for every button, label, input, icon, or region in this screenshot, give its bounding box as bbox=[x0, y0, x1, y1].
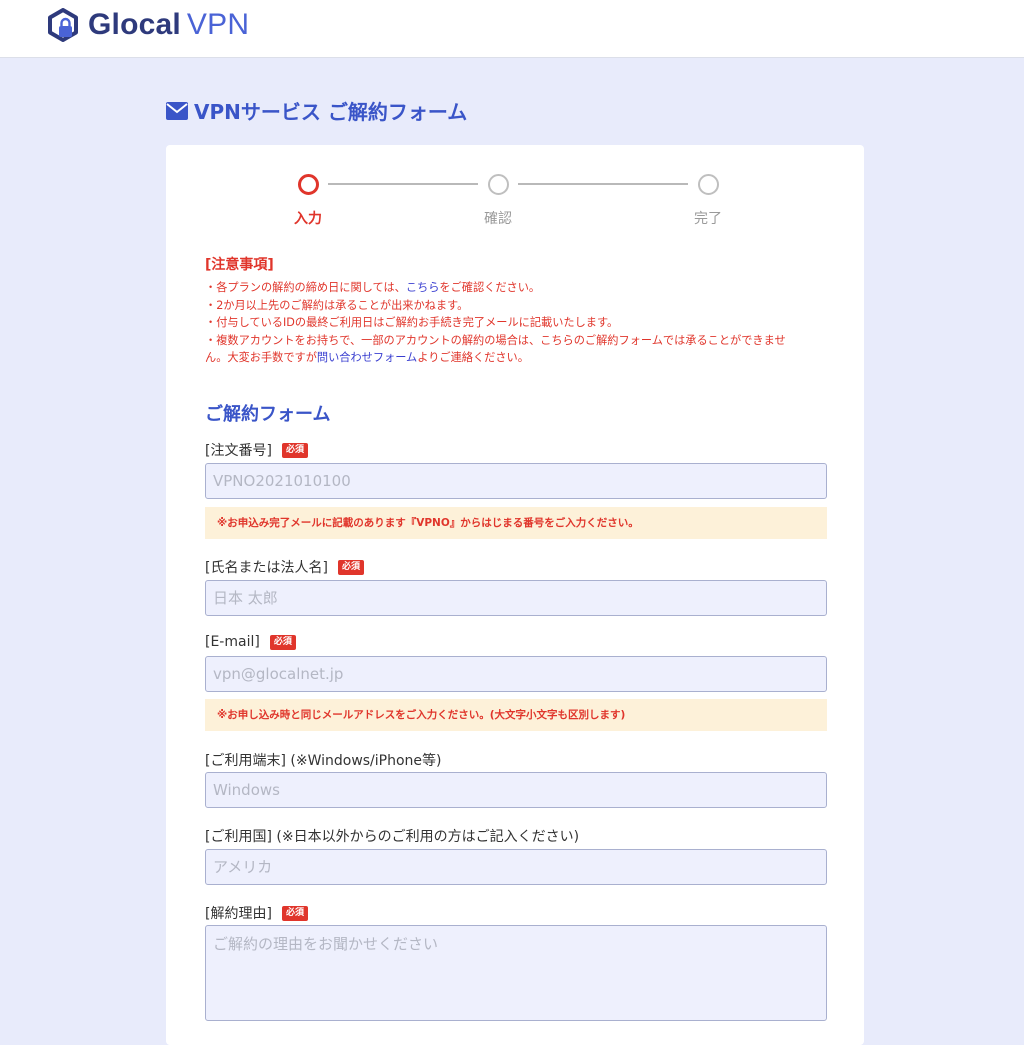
reason-label: [解約理由] 必須 bbox=[205, 903, 308, 923]
brand-logo[interactable]: Glocal VPN bbox=[46, 8, 249, 42]
name-input[interactable] bbox=[205, 580, 827, 616]
order-number-input[interactable] bbox=[205, 463, 827, 499]
step-confirm-indicator bbox=[488, 174, 509, 195]
cancellation-form-card: 入力 確認 完了 [注意事項] ・各プランの解約の締め日に関しては、こちらをご確… bbox=[166, 145, 864, 1045]
step-confirm-label: 確認 bbox=[484, 211, 512, 227]
notice-text: ・各プランの解約の締め日に関しては、 bbox=[205, 281, 406, 294]
field-label-text: [氏名または法人名] bbox=[205, 560, 328, 576]
required-badge: 必須 bbox=[269, 634, 296, 650]
envelope-icon bbox=[166, 101, 188, 120]
field-label-text: [ご利用端末] (※Windows/iPhone等) bbox=[205, 753, 442, 769]
order-number-label: [注文番号] 必須 bbox=[205, 440, 308, 460]
contact-form-link[interactable]: 問い合わせフォーム bbox=[317, 351, 417, 364]
country-label: [ご利用国] (※日本以外からのご利用の方はご記入ください) bbox=[205, 826, 579, 846]
email-input[interactable] bbox=[205, 656, 827, 692]
step-complete-indicator bbox=[698, 174, 719, 195]
field-label-text: [注文番号] bbox=[205, 443, 272, 459]
field-label-text: [E-mail] bbox=[205, 634, 260, 650]
form-section-title: ご解約フォーム bbox=[205, 404, 331, 425]
required-badge: 必須 bbox=[337, 559, 364, 575]
device-input[interactable] bbox=[205, 772, 827, 808]
stepper-connector bbox=[518, 183, 688, 185]
closing-date-link[interactable]: こちら bbox=[406, 281, 440, 294]
reason-textarea[interactable] bbox=[205, 925, 827, 1021]
email-hint: ※お申し込み時と同じメールアドレスをご入力ください。(大文字小文字も区別します) bbox=[205, 699, 827, 731]
shield-lock-icon bbox=[48, 8, 78, 42]
notice-item-continued: ん。大変お手数ですが問い合わせフォームよりご連絡ください。 bbox=[205, 349, 835, 367]
field-label-text: [ご利用国] (※日本以外からのご利用の方はご記入ください) bbox=[205, 829, 580, 845]
notice-text: ん。大変お手数ですが bbox=[205, 351, 317, 365]
step-input-label: 入力 bbox=[294, 211, 322, 227]
notice-text: よりご連絡ください。 bbox=[417, 351, 529, 365]
notice-item: ・2か月以上先のご解約は承ることが出来かねます。 bbox=[205, 298, 469, 312]
notice-item: ・各プランの解約の締め日に関しては、こちらをご確認ください。 bbox=[205, 279, 835, 297]
page-title: VPNサービス ご解約フォーム bbox=[166, 96, 467, 125]
step-input-indicator bbox=[298, 174, 319, 195]
page-title-text: VPNサービス ご解約フォーム bbox=[194, 100, 468, 124]
notice-text: をご確認ください。 bbox=[439, 281, 541, 294]
notice-item: ・付与しているIDの最終ご利用日はご解約お手続き完了メールに記載いたします。 bbox=[205, 316, 619, 330]
device-label: [ご利用端末] (※Windows/iPhone等) bbox=[205, 750, 442, 770]
notice-list: ・各プランの解約の締め日に関しては、こちらをご確認ください。 ・2か月以上先のご… bbox=[205, 279, 835, 367]
notice-item: ・複数アカウントをお持ちで、一部のアカウントの解約の場合は、こちらのご解約フォー… bbox=[205, 333, 786, 347]
brand-suffix: VPN bbox=[186, 8, 250, 41]
site-header: Glocal VPN bbox=[0, 0, 1024, 58]
email-label: [E-mail] 必須 bbox=[205, 634, 296, 650]
brand-name: Glocal bbox=[88, 8, 181, 41]
country-input[interactable] bbox=[205, 849, 827, 885]
stepper-connector bbox=[328, 183, 478, 185]
required-badge: 必須 bbox=[281, 905, 308, 921]
order-number-hint: ※お申込み完了メールに記載のあります『VPNO』からはじまる番号をご入力ください… bbox=[205, 507, 827, 539]
name-label: [氏名または法人名] 必須 bbox=[205, 557, 364, 577]
notice-title: [注意事項] bbox=[205, 257, 274, 273]
field-label-text: [解約理由] bbox=[205, 906, 272, 922]
step-complete-label: 完了 bbox=[694, 211, 722, 227]
required-badge: 必須 bbox=[281, 442, 308, 458]
